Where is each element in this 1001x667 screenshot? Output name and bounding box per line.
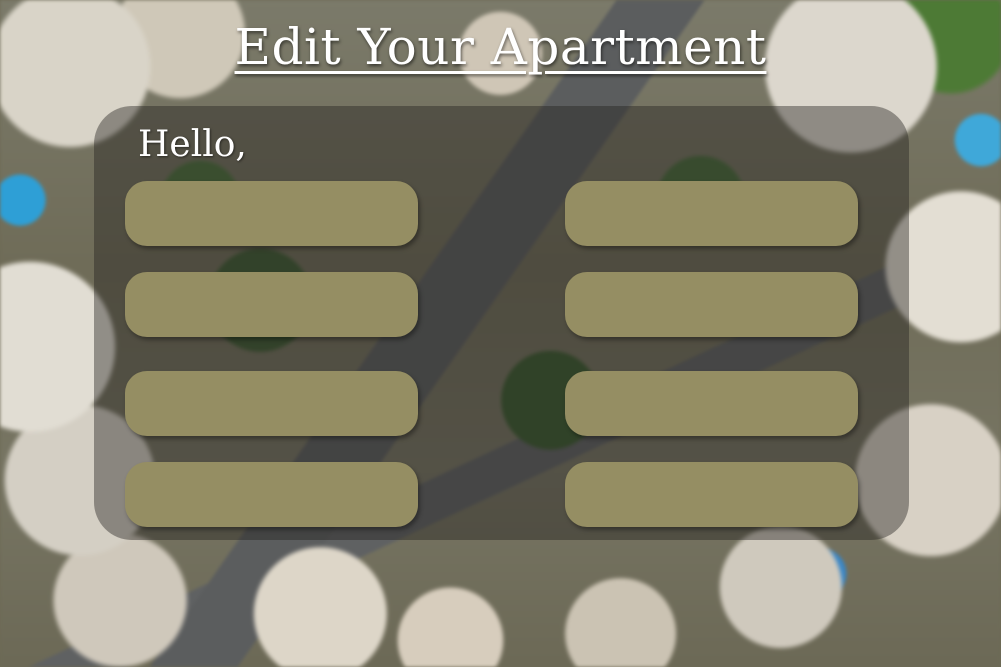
apartment-field-7[interactable] [125, 462, 418, 527]
apartment-field-4[interactable] [565, 272, 858, 337]
page-title: Edit Your Apartment [234, 18, 767, 76]
apartment-field-6[interactable] [565, 371, 858, 436]
greeting-text: Hello, [138, 124, 247, 165]
apartment-field-2[interactable] [565, 181, 858, 246]
apartment-field-8[interactable] [565, 462, 858, 527]
apartment-field-5[interactable] [125, 371, 418, 436]
apartment-field-1[interactable] [125, 181, 418, 246]
edit-apartment-panel: Hello, [94, 106, 909, 540]
apartment-field-3[interactable] [125, 272, 418, 337]
